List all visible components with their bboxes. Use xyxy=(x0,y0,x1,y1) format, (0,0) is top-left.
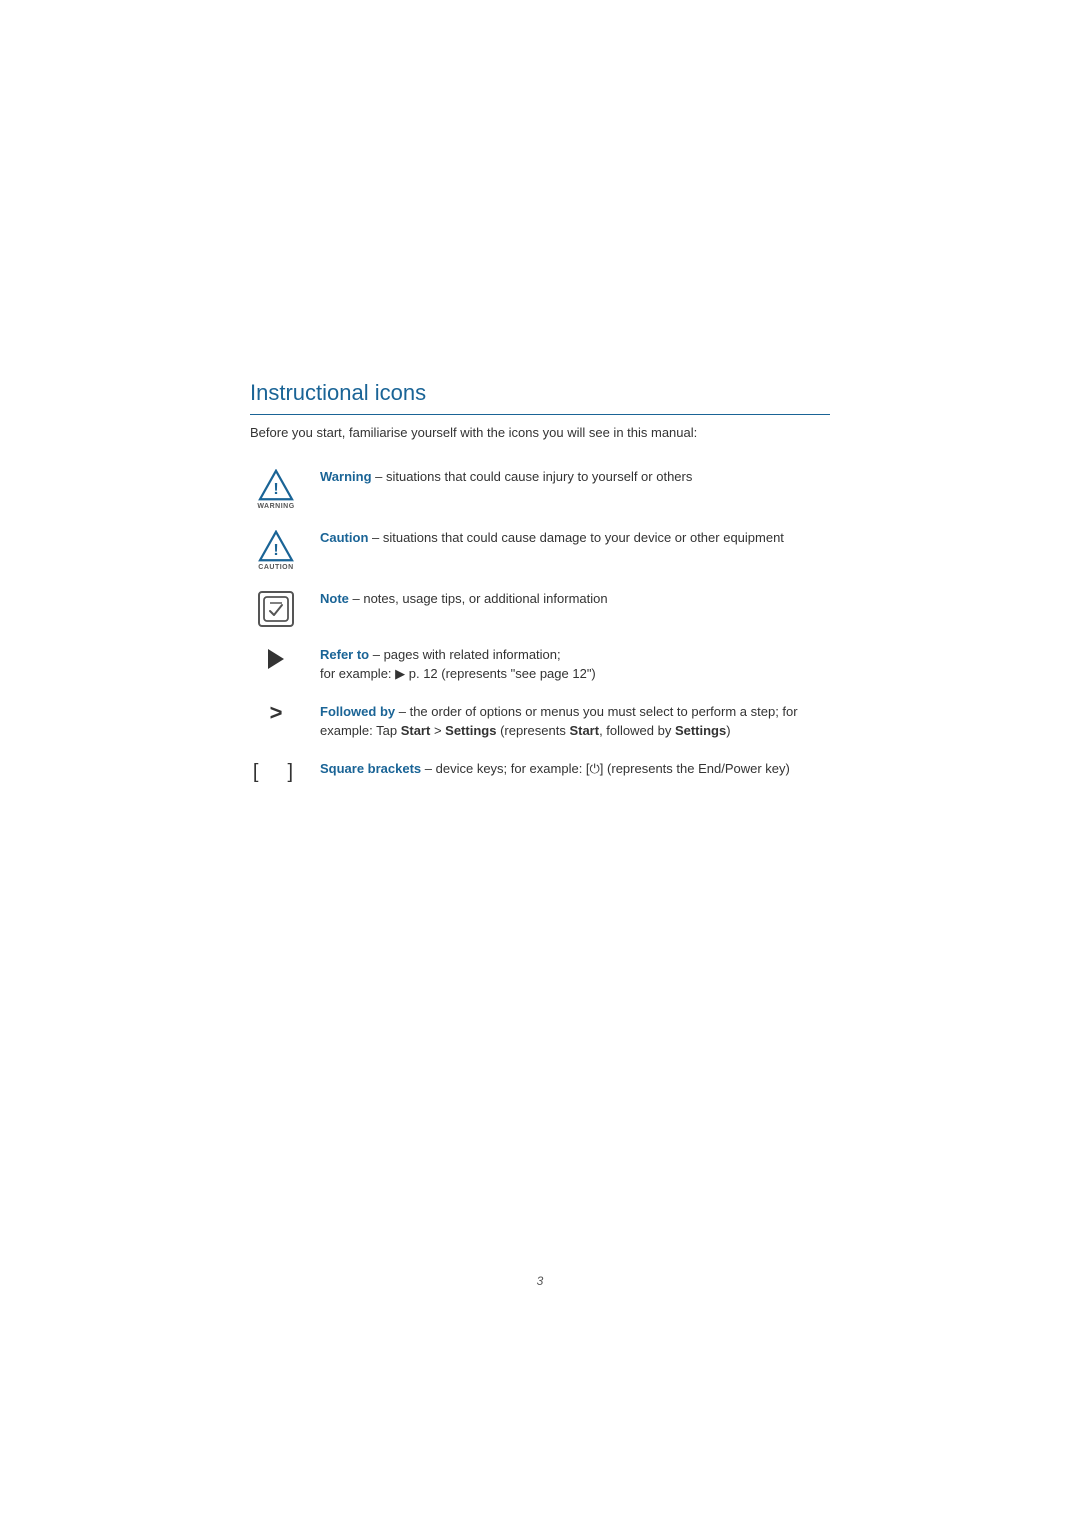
followed-by-desc: Followed by – the order of options or me… xyxy=(320,702,830,741)
warning-desc-text: – situations that could cause injury to … xyxy=(372,469,693,484)
note-key-term: Note xyxy=(320,591,349,606)
icon-list: ! WARNING Warning – situations that coul… xyxy=(250,467,830,784)
caution-key-term: Caution xyxy=(320,530,368,545)
warning-label: WARNING xyxy=(257,503,294,510)
page-number: 3 xyxy=(537,1274,544,1288)
square-brackets-desc: Square brackets – device keys; for examp… xyxy=(320,759,830,779)
note-icon-cell xyxy=(250,589,302,627)
svg-text:!: ! xyxy=(273,480,278,497)
refer-to-key-term: Refer to xyxy=(320,647,369,662)
square-brackets-desc-text: – device keys; for example: [⏻] (represe… xyxy=(421,761,790,776)
list-item: [ ] Square brackets – device keys; for e… xyxy=(250,759,830,784)
section-title: Instructional icons xyxy=(250,380,830,415)
note-icon xyxy=(258,591,294,627)
list-item: > Followed by – the order of options or … xyxy=(250,702,830,741)
page-container: Instructional icons Before you start, fa… xyxy=(0,0,1080,1528)
svg-text:!: ! xyxy=(273,541,278,558)
square-brackets-key-term: Square brackets xyxy=(320,761,421,776)
caution-desc-text: – situations that could cause damage to … xyxy=(368,530,784,545)
followed-by-icon-cell: > xyxy=(250,702,302,724)
note-svg xyxy=(262,595,290,623)
warning-desc: Warning – situations that could cause in… xyxy=(320,467,830,487)
list-item: Note – notes, usage tips, or additional … xyxy=(250,589,830,627)
refer-to-desc: Refer to – pages with related informatio… xyxy=(320,645,830,684)
content-area: Instructional icons Before you start, fa… xyxy=(250,380,830,784)
list-item: ! WARNING Warning – situations that coul… xyxy=(250,467,830,510)
refer-to-icon xyxy=(268,649,284,669)
caution-icon: ! xyxy=(258,530,294,562)
warning-icon: ! xyxy=(258,469,294,501)
warning-key-term: Warning xyxy=(320,469,372,484)
note-desc: Note – notes, usage tips, or additional … xyxy=(320,589,830,609)
caution-desc: Caution – situations that could cause da… xyxy=(320,528,830,548)
caution-icon-cell: ! CAUTION xyxy=(250,528,302,571)
refer-to-icon-cell xyxy=(250,645,302,669)
caution-label: CAUTION xyxy=(258,564,293,571)
list-item: Refer to – pages with related informatio… xyxy=(250,645,830,684)
list-item: ! CAUTION Caution – situations that coul… xyxy=(250,528,830,571)
intro-text: Before you start, familiarise yourself w… xyxy=(250,423,830,443)
note-desc-text: – notes, usage tips, or additional infor… xyxy=(349,591,608,606)
warning-icon-cell: ! WARNING xyxy=(250,467,302,510)
followed-by-icon: > xyxy=(270,702,283,724)
square-brackets-icon-cell: [ ] xyxy=(250,759,302,784)
square-brackets-icon: [ ] xyxy=(253,761,299,784)
followed-by-key-term: Followed by xyxy=(320,704,395,719)
